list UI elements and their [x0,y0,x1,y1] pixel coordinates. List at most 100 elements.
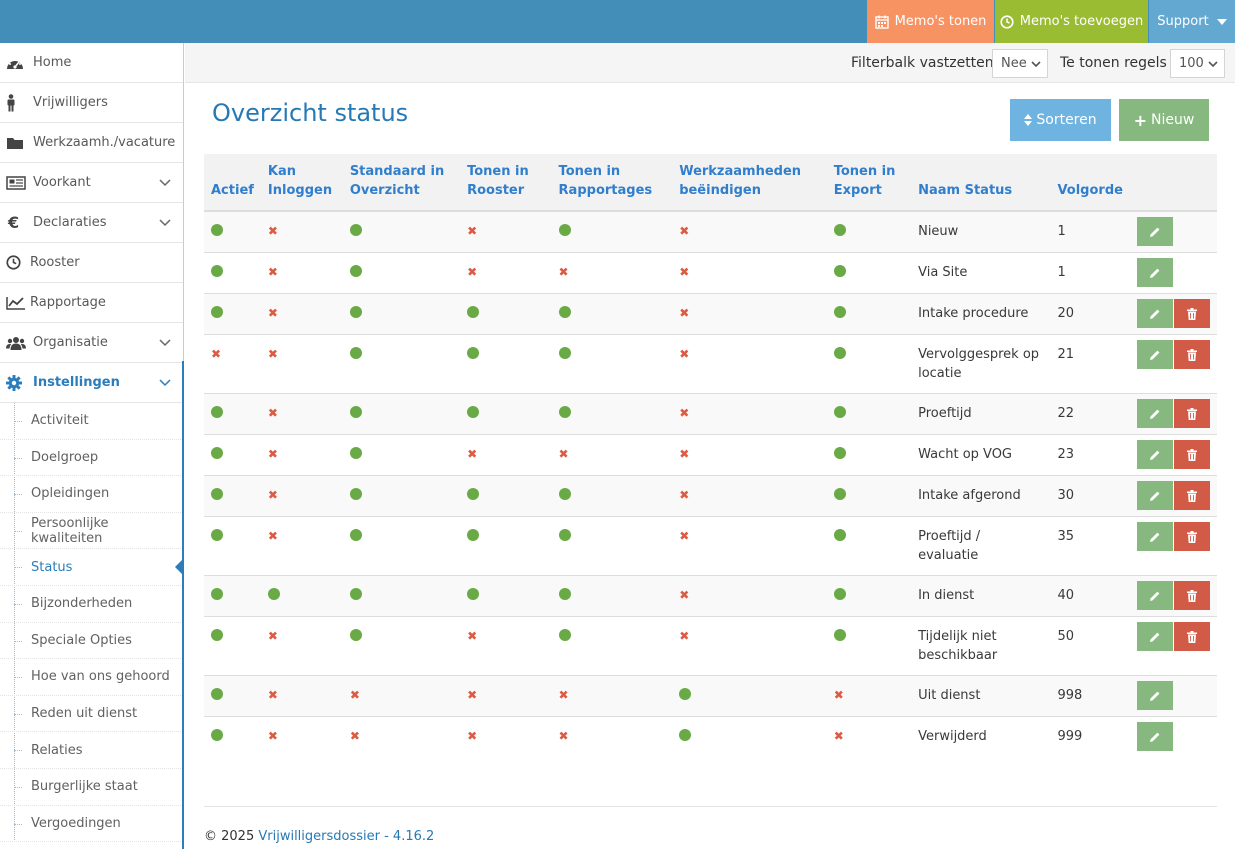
rows-value: 100 [1179,56,1204,71]
submenu-item-reden-uit-dienst[interactable]: Reden uit dienst [0,696,183,733]
sidebar-item-voorkant[interactable]: Voorkant [0,163,183,203]
no-cross-icon: ✖ [558,729,569,743]
yes-dot-icon [467,347,480,359]
col-header-werkzaamheden-beeindigen[interactable]: Werkzaamheden beëindigen [672,154,827,212]
yes-dot-icon [558,629,571,641]
status-order: 998 [1050,675,1130,717]
submenu-item-burgerlijke-staat[interactable]: Burgerlijke staat [0,769,183,806]
no-cross-icon: ✖ [467,447,478,461]
col-header-standaard-overzicht[interactable]: Standaard in Overzicht [342,154,461,212]
status-table: Actief Kan Inloggen Standaard in Overzic… [204,154,1217,757]
pencil-icon [1149,490,1161,502]
table-cell [204,516,261,576]
submenu-item-status[interactable]: Status [0,549,184,586]
table-cell [342,575,461,617]
delete-button[interactable] [1174,440,1210,469]
edit-button[interactable] [1137,258,1173,287]
rows-select[interactable]: 100 [1170,49,1225,78]
delete-button[interactable] [1174,522,1210,551]
col-header-tonen-export[interactable]: Tonen in Export [826,154,912,212]
chevron-down-icon [159,176,171,191]
filter-bar: Filterbalk vastzetten Nee Te tonen regel… [185,43,1235,83]
support-menu-button[interactable]: Support [1149,0,1235,43]
table-cell [204,252,261,294]
yes-dot-icon [467,529,480,541]
col-header-volgorde[interactable]: Volgorde [1050,154,1130,212]
table-cell [826,210,912,253]
pencil-icon [1149,308,1161,320]
yes-dot-icon [349,588,362,600]
yes-dot-icon [558,306,571,318]
sidebar-item-instellingen[interactable]: Instellingen [0,363,183,403]
new-button[interactable]: + Nieuw [1119,99,1209,141]
sidebar-item-rapportage[interactable]: Rapportage [0,283,183,323]
table-cell [551,516,673,576]
table-cell [204,716,261,757]
submenu-item-activiteit[interactable]: Activiteit [0,403,183,440]
edit-button[interactable] [1137,581,1173,610]
memo-add-button[interactable]: Memo's toevoegen [995,0,1148,43]
pin-filter-select[interactable]: Nee [992,49,1048,78]
edit-button[interactable] [1137,399,1173,428]
yes-dot-icon [467,406,480,418]
yes-dot-icon [467,588,480,600]
table-cell: ✖ [460,616,552,676]
yes-dot-icon [211,529,223,541]
delete-button[interactable] [1174,399,1210,428]
col-header-actief[interactable]: Actief [204,154,261,212]
submenu-item-hoe-gehoord[interactable]: Hoe van ons gehoord [0,659,183,696]
no-cross-icon: ✖ [267,729,278,743]
delete-button[interactable] [1174,622,1210,651]
col-header-kan-inloggen[interactable]: Kan Inloggen [260,154,343,212]
delete-button[interactable] [1174,340,1210,369]
table-row: ✖ ✖ ✖ Nieuw 1 [204,210,1217,253]
memo-show-button[interactable]: Memo's tonen [867,0,994,43]
sidebar-item-werkzaamheden[interactable]: Werkzaamh./vacature [0,123,183,163]
no-cross-icon: ✖ [679,265,690,279]
col-header-tonen-rooster[interactable]: Tonen in Rooster [460,154,552,212]
edit-button[interactable] [1137,522,1173,551]
no-cross-icon: ✖ [679,629,690,643]
col-header-tonen-rapportages[interactable]: Tonen in Rapportages [551,154,673,212]
no-cross-icon: ✖ [267,347,278,361]
edit-button[interactable] [1137,340,1173,369]
sidebar-item-home[interactable]: Home [0,43,183,83]
sort-button[interactable]: Sorteren [1010,99,1111,141]
col-header-naam-status[interactable]: Naam Status [911,154,1051,212]
yes-dot-icon [558,529,571,541]
sidebar-item-declaraties[interactable]: € Declaraties [0,203,183,243]
edit-button[interactable] [1137,622,1173,651]
footer-link[interactable]: Vrijwilligersdossier - 4.16.2 [258,829,434,844]
edit-button[interactable] [1137,217,1173,246]
pencil-icon [1149,731,1161,743]
table-cell: ✖ [204,334,261,394]
edit-button[interactable] [1137,481,1173,510]
submenu-item-relaties[interactable]: Relaties [0,732,183,769]
sidebar-item-organisatie[interactable]: Organisatie [0,323,183,363]
submenu-item-label: Hoe van ons gehoord [31,669,170,685]
memo-add-label: Memo's toevoegen [1019,14,1144,29]
table-header-row: Actief Kan Inloggen Standaard in Overzic… [204,154,1217,212]
submenu-item-persoonlijke-kwaliteiten[interactable]: Persoonlijke kwaliteiten [0,513,183,550]
delete-button[interactable] [1174,299,1210,328]
submenu-item-vergoedingen[interactable]: Vergoedingen [0,806,183,843]
submenu-item-speciale-opties[interactable]: Speciale Opties [0,623,183,660]
edit-button[interactable] [1137,299,1173,328]
delete-button[interactable] [1174,481,1210,510]
sidebar-item-rooster[interactable]: Rooster [0,243,183,283]
yes-dot-icon [349,224,362,236]
yes-dot-icon [211,306,223,318]
delete-button[interactable] [1174,581,1210,610]
submenu-item-doelgroep[interactable]: Doelgroep [0,440,183,477]
submenu-item-opleidingen[interactable]: Opleidingen [0,476,183,513]
clock-icon [6,255,24,270]
edit-button[interactable] [1137,722,1173,751]
edit-button[interactable] [1137,681,1173,710]
submenu-item-bijzonderheden[interactable]: Bijzonderheden [0,586,183,623]
edit-button[interactable] [1137,440,1173,469]
table-cell [204,675,261,717]
chevron-down-icon [159,216,171,231]
sidebar-item-vrijwilligers[interactable]: Vrijwilligers [0,83,183,123]
table-cell: ✖ [551,716,673,757]
yes-dot-icon [833,306,846,318]
